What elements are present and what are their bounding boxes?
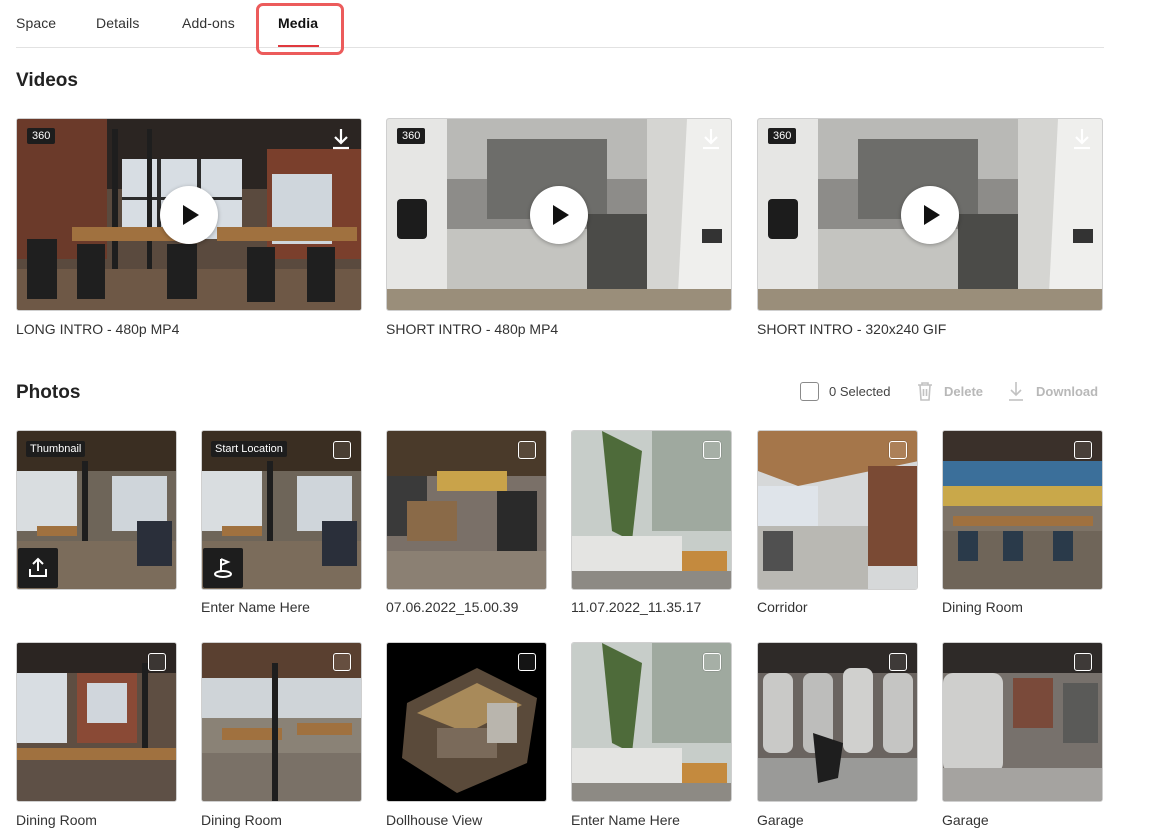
photo-checkbox[interactable] (1074, 653, 1092, 671)
start-location-button[interactable] (203, 548, 243, 588)
play-icon[interactable] (901, 185, 959, 244)
photo-checkbox[interactable] (148, 653, 166, 671)
photo-card[interactable] (201, 642, 362, 802)
download-icon[interactable] (330, 126, 352, 152)
active-tab-indicator (278, 45, 319, 47)
tab-bar: Space Details Add-ons Media (16, 0, 1104, 48)
tab-details[interactable]: Details (96, 15, 140, 31)
photo-label: Garage (942, 812, 989, 828)
photo-label: 07.06.2022_15.00.39 (386, 599, 519, 615)
photo-card[interactable] (942, 430, 1103, 590)
photo-checkbox[interactable] (333, 653, 351, 671)
photo-card[interactable] (757, 430, 918, 590)
photo-checkbox[interactable] (518, 653, 536, 671)
photo-checkbox[interactable] (703, 653, 721, 671)
photo-checkbox[interactable] (518, 441, 536, 459)
photo-card[interactable] (571, 430, 732, 590)
photo-checkbox[interactable] (333, 441, 351, 459)
photo-card-dollhouse[interactable] (386, 642, 547, 802)
video-card-long-intro[interactable]: 360 (16, 118, 362, 311)
play-icon[interactable] (530, 185, 588, 244)
start-location-tag: Start Location (211, 441, 287, 457)
video-card-short-intro-mp4[interactable]: 360 (386, 118, 732, 311)
video-card-short-intro-gif[interactable]: 360 (757, 118, 1103, 311)
trash-icon[interactable] (916, 380, 934, 402)
photo-card[interactable] (757, 642, 918, 802)
selected-count: 0 Selected (829, 384, 891, 399)
location-flag-icon (214, 558, 232, 578)
photo-label: 11.07.2022_11.35.17 (571, 599, 702, 615)
video-label: LONG INTRO - 480p MP4 (16, 321, 180, 337)
videos-heading: Videos (16, 70, 78, 91)
photo-label: Dining Room (201, 812, 282, 828)
360-badge: 360 (768, 128, 797, 144)
upload-button[interactable] (18, 548, 58, 588)
360-badge: 360 (27, 128, 56, 144)
video-label: SHORT INTRO - 320x240 GIF (757, 321, 947, 337)
photo-label: Dining Room (16, 812, 97, 828)
delete-button[interactable]: Delete (944, 384, 983, 399)
photos-heading: Photos (16, 382, 81, 403)
thumbnail-tag: Thumbnail (26, 441, 86, 457)
download-icon[interactable] (1071, 126, 1093, 152)
photo-card-start-location[interactable]: Start Location (201, 430, 362, 590)
photo-card[interactable] (386, 430, 547, 590)
download-button[interactable]: Download (1036, 384, 1098, 399)
photo-label: Corridor (757, 599, 808, 615)
photo-label: Dollhouse View (386, 812, 483, 828)
tab-space[interactable]: Space (16, 15, 56, 31)
photo-checkbox[interactable] (889, 653, 907, 671)
select-all-checkbox[interactable] (800, 382, 819, 401)
photo-checkbox[interactable] (703, 441, 721, 459)
play-icon[interactable] (160, 185, 218, 244)
photo-checkbox[interactable] (1074, 441, 1092, 459)
photo-label: Enter Name Here (571, 812, 680, 828)
photo-card[interactable] (942, 642, 1103, 802)
photo-card[interactable] (571, 642, 732, 802)
upload-icon (29, 557, 47, 577)
photo-label: Enter Name Here (201, 599, 310, 615)
photo-checkbox[interactable] (889, 441, 907, 459)
photo-card[interactable] (16, 642, 177, 802)
download-icon[interactable] (700, 126, 722, 152)
tab-add-ons[interactable]: Add-ons (182, 15, 235, 31)
photo-label: Dining Room (942, 599, 1023, 615)
tab-media[interactable]: Media (278, 15, 318, 31)
download-icon[interactable] (1007, 380, 1025, 402)
video-label: SHORT INTRO - 480p MP4 (386, 321, 559, 337)
photo-card-thumbnail[interactable]: Thumbnail (16, 430, 177, 590)
photo-label: Garage (757, 812, 804, 828)
360-badge: 360 (397, 128, 426, 144)
